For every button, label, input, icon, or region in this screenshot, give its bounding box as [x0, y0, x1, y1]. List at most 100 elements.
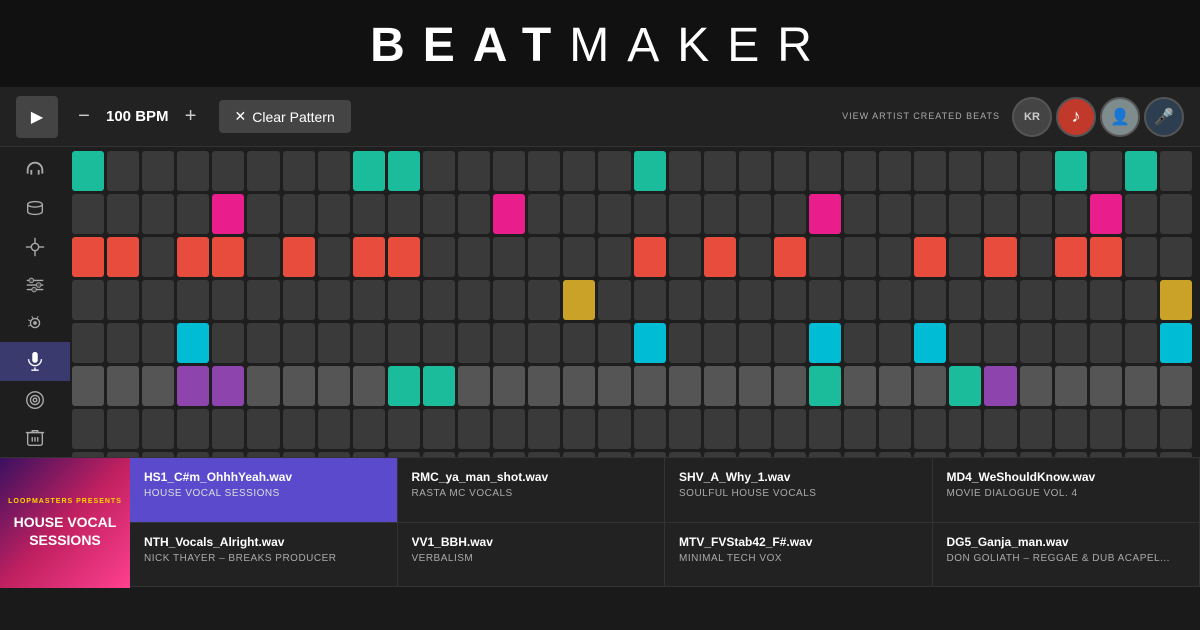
beat-cell[interactable] [318, 237, 350, 277]
beat-cell[interactable] [318, 323, 350, 363]
beat-cell[interactable] [1125, 194, 1157, 234]
beat-cell[interactable] [458, 280, 490, 320]
beat-cell[interactable] [844, 452, 876, 457]
beat-cell[interactable] [949, 409, 981, 449]
beat-cell[interactable] [458, 409, 490, 449]
beat-cell[interactable] [1125, 409, 1157, 449]
beat-cell[interactable] [563, 194, 595, 234]
beat-cell[interactable] [388, 366, 420, 406]
beat-cell[interactable] [669, 366, 701, 406]
beat-cell[interactable] [1055, 237, 1087, 277]
beat-cell[interactable] [598, 366, 630, 406]
track-item[interactable]: DG5_Ganja_man.wav DON GOLIATH – REGGAE &… [933, 523, 1200, 588]
beat-cell[interactable] [634, 194, 666, 234]
beat-cell[interactable] [528, 323, 560, 363]
beat-cell[interactable] [528, 194, 560, 234]
beat-cell[interactable] [984, 194, 1016, 234]
beat-cell[interactable] [388, 323, 420, 363]
bpm-decrease-button[interactable]: − [72, 105, 96, 129]
beat-cell[interactable] [809, 237, 841, 277]
beat-cell[interactable] [1090, 452, 1122, 457]
beat-cell[interactable] [528, 280, 560, 320]
beat-cell[interactable] [634, 151, 666, 191]
beat-cell[interactable] [739, 366, 771, 406]
beat-cell[interactable] [563, 237, 595, 277]
beat-cell[interactable] [1160, 323, 1192, 363]
beat-cell[interactable] [984, 323, 1016, 363]
beat-cell[interactable] [423, 280, 455, 320]
track-item[interactable]: NTH_Vocals_Alright.wav NICK THAYER – BRE… [130, 523, 398, 588]
beat-cell[interactable] [212, 452, 244, 457]
beat-cell[interactable] [984, 237, 1016, 277]
beat-cell[interactable] [353, 237, 385, 277]
beat-cell[interactable] [1160, 452, 1192, 457]
beat-cell[interactable] [493, 409, 525, 449]
beat-cell[interactable] [142, 194, 174, 234]
beat-cell[interactable] [142, 452, 174, 457]
play-button[interactable]: ▶ [16, 96, 58, 138]
beat-cell[interactable] [598, 452, 630, 457]
beat-cell[interactable] [774, 280, 806, 320]
beat-cell[interactable] [1020, 280, 1052, 320]
beat-cell[interactable] [844, 366, 876, 406]
beat-cell[interactable] [634, 237, 666, 277]
track-icon-headphones[interactable] [0, 151, 70, 189]
beat-cell[interactable] [739, 323, 771, 363]
beat-cell[interactable] [142, 151, 174, 191]
beat-cell[interactable] [1055, 366, 1087, 406]
beat-cell[interactable] [423, 452, 455, 457]
beat-cell[interactable] [704, 323, 736, 363]
beat-cell[interactable] [669, 237, 701, 277]
beat-cell[interactable] [388, 280, 420, 320]
beat-cell[interactable] [318, 452, 350, 457]
track-icon-bass[interactable] [0, 266, 70, 304]
beat-cell[interactable] [1125, 280, 1157, 320]
beat-cell[interactable] [563, 409, 595, 449]
beat-cell[interactable] [72, 323, 104, 363]
beat-cell[interactable] [1020, 409, 1052, 449]
album-art[interactable]: LOOPMASTERS PRESENTS HOUSE VOCALSESSIONS [0, 458, 130, 588]
beat-cell[interactable] [212, 194, 244, 234]
beat-cell[interactable] [704, 366, 736, 406]
beat-cell[interactable] [739, 280, 771, 320]
beat-cell[interactable] [458, 323, 490, 363]
beat-cell[interactable] [1090, 323, 1122, 363]
beat-cell[interactable] [984, 366, 1016, 406]
beat-cell[interactable] [107, 366, 139, 406]
beat-cell[interactable] [283, 194, 315, 234]
beat-cell[interactable] [949, 323, 981, 363]
track-item[interactable]: HS1_C#m_OhhhYeah.wav HOUSE VOCAL SESSION… [130, 458, 398, 523]
beat-cell[interactable] [634, 452, 666, 457]
beat-cell[interactable] [72, 151, 104, 191]
beat-cell[interactable] [914, 280, 946, 320]
beat-cell[interactable] [72, 280, 104, 320]
beat-cell[interactable] [949, 151, 981, 191]
beat-cell[interactable] [844, 194, 876, 234]
beat-cell[interactable] [177, 452, 209, 457]
beat-cell[interactable] [669, 194, 701, 234]
beat-cell[interactable] [528, 452, 560, 457]
track-item[interactable]: MTV_FVStab42_F#.wav MINIMAL TECH VOX [665, 523, 933, 588]
beat-cell[interactable] [353, 151, 385, 191]
beat-cell[interactable] [739, 409, 771, 449]
beat-cell[interactable] [704, 280, 736, 320]
beat-cell[interactable] [844, 409, 876, 449]
beat-cell[interactable] [809, 151, 841, 191]
beat-cell[interactable] [1090, 409, 1122, 449]
beat-cell[interactable] [879, 366, 911, 406]
beat-cell[interactable] [212, 237, 244, 277]
beat-cell[interactable] [212, 366, 244, 406]
beat-cell[interactable] [493, 151, 525, 191]
beat-cell[interactable] [1125, 151, 1157, 191]
avatar-3[interactable]: 👤 [1100, 97, 1140, 137]
beat-cell[interactable] [844, 151, 876, 191]
beat-cell[interactable] [984, 452, 1016, 457]
beat-cell[interactable] [283, 409, 315, 449]
beat-cell[interactable] [247, 237, 279, 277]
beat-cell[interactable] [739, 452, 771, 457]
beat-cell[interactable] [1055, 194, 1087, 234]
beat-cell[interactable] [914, 366, 946, 406]
beat-cell[interactable] [914, 452, 946, 457]
beat-cell[interactable] [177, 409, 209, 449]
beat-cell[interactable] [598, 151, 630, 191]
